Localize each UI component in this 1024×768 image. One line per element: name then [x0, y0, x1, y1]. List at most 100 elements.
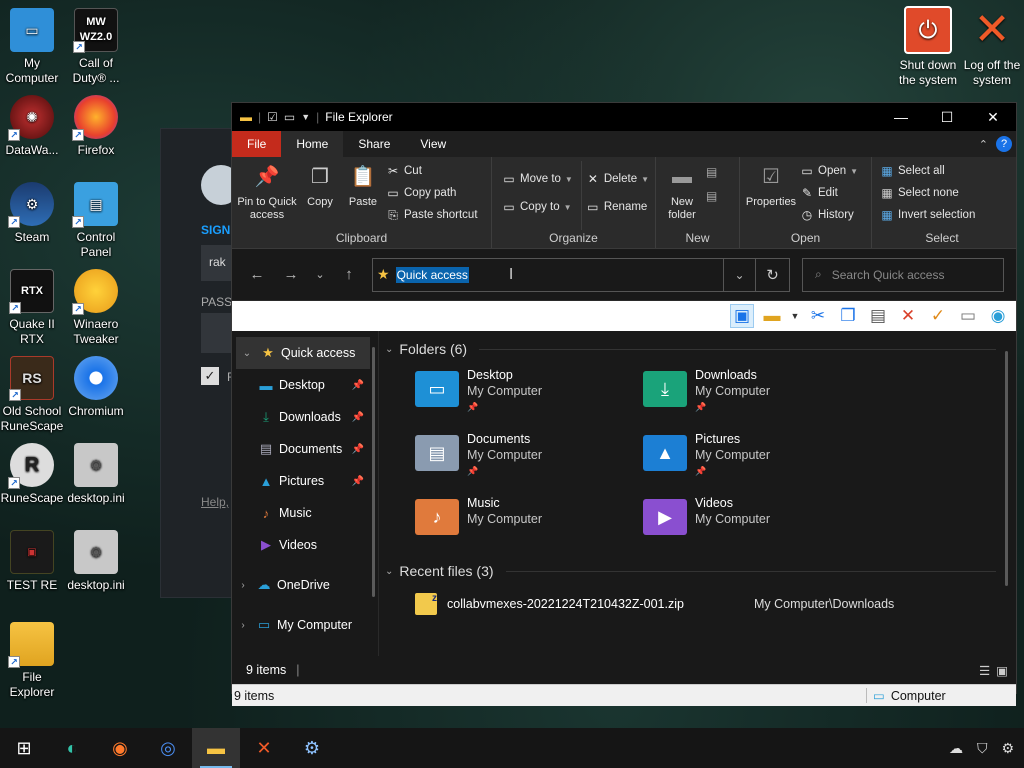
desktop-icon-osrs[interactable]: RS ↗ Old School RuneScape — [0, 356, 64, 434]
edit-button[interactable]: ✎ Edit — [800, 185, 858, 201]
move-to-button[interactable]: ▭ Move to ▼ — [502, 171, 573, 187]
tab-home[interactable]: Home — [281, 131, 344, 157]
folder-tile-desktop[interactable]: ▭ Desktop My Computer 📌 — [415, 367, 643, 423]
nav-desktop[interactable]: ▬ Desktop 📌 — [232, 369, 378, 401]
desktop-icon-datawa[interactable]: ✺ ↗ DataWa... — [0, 95, 64, 158]
desktop-icon-call-of-duty[interactable]: MW WZ2.0 ↗ Call of Duty® ... — [64, 8, 128, 86]
logoff-shortcut[interactable]: ✕ Log off the system — [960, 6, 1024, 88]
chevron-down-icon[interactable]: ⌄ — [385, 566, 393, 577]
tab-file[interactable]: File — [232, 131, 282, 157]
folder-tile-music[interactable]: ♪ Music My Computer — [415, 495, 643, 551]
desktop-icon-steam[interactable]: ⚙ ↗ Steam — [0, 182, 64, 245]
recent-file-row[interactable]: z collabvmexes-20221224T210432Z-001.zip … — [385, 583, 1016, 615]
pin-quick-access-button[interactable]: 📌 Pin to Quick access — [236, 161, 298, 230]
select-all-button[interactable]: ▦ Select all — [880, 163, 975, 179]
checkmark-icon[interactable]: ✓ — [926, 304, 950, 328]
forward-icon[interactable]: → — [274, 266, 308, 283]
qat-dropdown-icon[interactable]: ▼ — [301, 112, 310, 122]
ribbon-collapse-icon[interactable]: ⌃ — [979, 138, 988, 151]
chevron-right-icon[interactable]: › — [232, 620, 254, 631]
address-bar[interactable]: ★ Quick access I — [372, 257, 724, 292]
x-app-icon[interactable]: ✕ — [240, 728, 288, 768]
shutdown-shortcut[interactable]: ⏻ Shut down the system — [896, 6, 960, 88]
desktop-icon-test-re[interactable]: ▣ TEST RE — [0, 530, 64, 593]
paste-shortcut-button[interactable]: ⎘ Paste shortcut — [386, 207, 477, 223]
recent-locations-icon[interactable]: ⌄ — [308, 268, 332, 281]
folder-tile-downloads[interactable]: ⤓ Downloads My Computer 📌 — [643, 367, 871, 423]
preview-pane-icon[interactable]: ▣ — [730, 304, 754, 328]
desktop-icon-winaero[interactable]: ↗ Winaero Tweaker — [64, 269, 128, 347]
help-link[interactable]: Help, — [201, 495, 229, 509]
open-button[interactable]: ▭ Open ▼ — [800, 163, 858, 179]
folders-section-header[interactable]: ⌄ Folders (6) — [385, 337, 1016, 361]
folder-tile-videos[interactable]: ▶ Videos My Computer — [643, 495, 871, 551]
chevron-right-icon[interactable]: › — [232, 580, 254, 591]
up-icon[interactable]: ↑ — [332, 266, 366, 283]
minimize-button[interactable]: — — [878, 103, 924, 131]
copy-to-button[interactable]: ▭ Copy to ▼ — [502, 199, 573, 215]
desktop-icon-control-panel[interactable]: ▤ ↗ Control Panel — [64, 182, 128, 260]
nav-pictures[interactable]: ▲ Pictures 📌 — [232, 465, 378, 497]
back-icon[interactable]: ← — [240, 266, 274, 283]
nav-my-computer[interactable]: › ▭ My Computer — [232, 609, 378, 641]
settings-gear-icon[interactable]: ⚙ — [1001, 740, 1014, 757]
paste-icon[interactable]: ▤ — [866, 304, 890, 328]
network-icon[interactable]: ☁ — [949, 740, 963, 757]
steam-icon[interactable]: ⚙ — [288, 728, 336, 768]
close-button[interactable]: ✕ — [970, 103, 1016, 131]
new-folder-qat-icon[interactable]: ▭ — [284, 110, 295, 124]
invert-selection-button[interactable]: ▦ Invert selection — [880, 207, 975, 223]
paste-button[interactable]: 📋 Paste — [342, 161, 384, 230]
edge-icon[interactable]: ◐ — [48, 728, 96, 768]
desktop-icon-desktop-ini[interactable]: ⚙ desktop.ini — [64, 443, 128, 506]
desktop-icon-firefox[interactable]: ↗ Firefox — [64, 95, 128, 158]
remember-checkbox[interactable]: ✓ — [201, 367, 219, 385]
tab-view[interactable]: View — [405, 131, 461, 157]
delete-icon[interactable]: ✕ — [896, 304, 920, 328]
check-folder-icon[interactable]: ▬ — [760, 304, 784, 328]
desktop-icon-chromium[interactable]: Chromium — [64, 356, 128, 419]
recent-files-section-header[interactable]: ⌄ Recent files (3) — [385, 559, 1016, 583]
history-button[interactable]: ◷ History — [800, 207, 858, 223]
copy-icon[interactable]: ❐ — [836, 304, 860, 328]
help-icon[interactable]: ? — [996, 136, 1012, 152]
desktop-icon-quake[interactable]: RTX ↗ Quake II RTX — [0, 269, 64, 347]
properties-qat-icon[interactable]: ☑ — [267, 110, 278, 124]
delete-button[interactable]: ✕ Delete ▼ — [586, 171, 649, 187]
nav-quick-access[interactable]: ⌄ ★ Quick access — [236, 337, 370, 369]
address-text[interactable]: Quick access — [395, 266, 469, 283]
content-scrollbar[interactable] — [1005, 351, 1008, 586]
cut-button[interactable]: ✂ Cut — [386, 163, 478, 179]
desktop-icon-runescape[interactable]: R ↗ RuneScape — [0, 443, 64, 506]
maximize-button[interactable]: ☐ — [924, 103, 970, 131]
rename-box-icon[interactable]: ▭ — [956, 304, 980, 328]
refresh-icon[interactable]: ↻ — [756, 257, 790, 292]
dropdown-icon[interactable]: ▼ — [790, 304, 800, 328]
desktop-icon-my-computer[interactable]: ▭ My Computer — [0, 8, 64, 86]
nav-documents[interactable]: ▤ Documents 📌 — [232, 433, 378, 465]
properties-button[interactable]: ☑ Properties — [744, 161, 798, 230]
copy-button[interactable]: ❐ Copy — [300, 161, 340, 230]
nav-videos[interactable]: ▶ Videos — [232, 529, 378, 561]
chevron-down-icon[interactable]: ⌄ — [236, 348, 258, 359]
large-icons-view-icon[interactable]: ▣ — [996, 663, 1008, 678]
easy-access-icon[interactable]: ▤ — [706, 189, 717, 203]
copy-path-button[interactable]: ▭ Copy path — [386, 185, 478, 201]
desktop-icon-desktop-ini-2[interactable]: ⚙ desktop.ini — [64, 530, 128, 593]
cut-icon[interactable]: ✂ — [806, 304, 830, 328]
details-view-icon[interactable]: ☰ — [979, 663, 990, 678]
folder-tile-pictures[interactable]: ▲ Pictures My Computer 📌 — [643, 431, 871, 487]
new-item-icon[interactable]: ▤ — [706, 165, 717, 179]
address-dropdown-icon[interactable]: ⌄ — [724, 257, 756, 292]
chevron-down-icon[interactable]: ⌄ — [385, 344, 393, 355]
chromium-icon[interactable]: ◎ — [144, 728, 192, 768]
search-input[interactable]: ⌕ Search Quick access — [802, 257, 1004, 292]
security-icon[interactable]: ⛉ — [977, 740, 988, 757]
nav-downloads[interactable]: ⤓ Downloads 📌 — [232, 401, 378, 433]
rename-button[interactable]: ▭ Rename — [586, 199, 649, 215]
file-explorer-icon[interactable]: ▬ — [192, 728, 240, 768]
firefox-icon[interactable]: ◉ — [96, 728, 144, 768]
windows-start-icon[interactable]: ⊞ — [0, 728, 48, 768]
globe-icon[interactable]: ◉ — [986, 304, 1010, 328]
nav-onedrive[interactable]: › ☁ OneDrive — [232, 569, 378, 601]
